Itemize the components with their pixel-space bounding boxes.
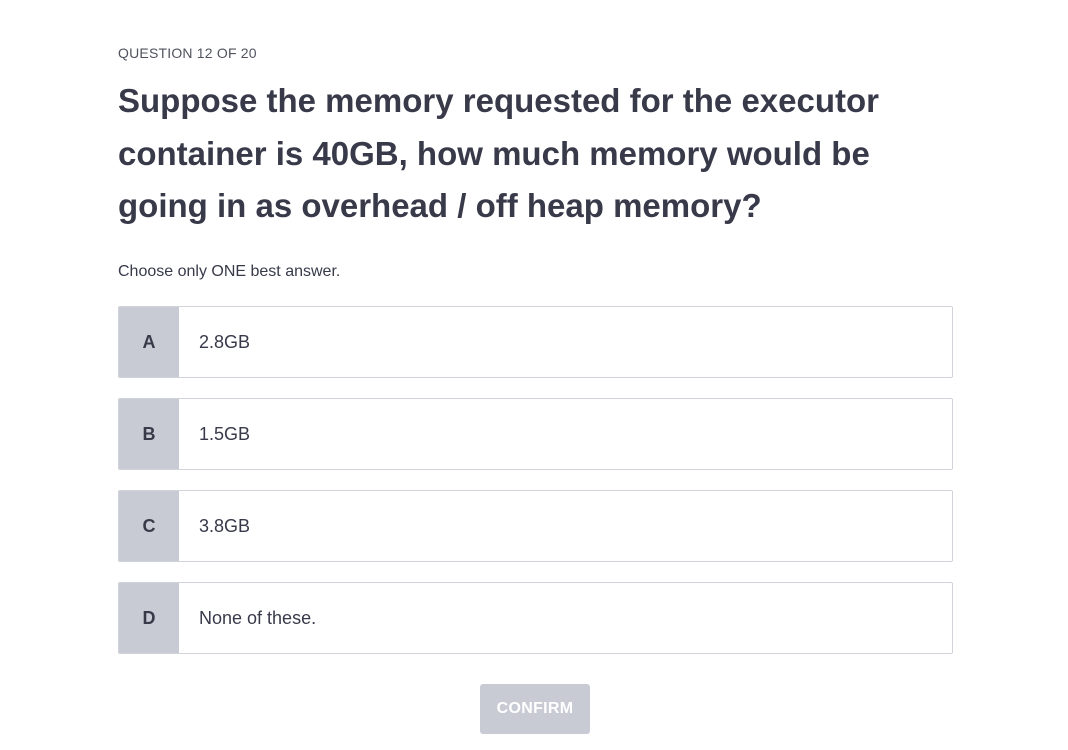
- answer-options: A 2.8GB B 1.5GB C 3.8GB D None of these.: [118, 306, 953, 674]
- option-letter: B: [119, 399, 179, 469]
- option-label: 1.5GB: [199, 423, 251, 444]
- option-label: 2.8GB: [199, 331, 251, 352]
- option-label: 3.8GB: [199, 515, 251, 536]
- answer-option-d[interactable]: D None of these.: [118, 582, 953, 654]
- question-text: Suppose the memory requested for the exe…: [118, 82, 880, 224]
- option-letter: C: [119, 491, 179, 561]
- answer-instruction: Choose only ONE best answer.: [118, 263, 341, 280]
- answer-option-c[interactable]: C 3.8GB: [118, 490, 953, 562]
- answer-option-b[interactable]: B 1.5GB: [118, 398, 953, 470]
- question-counter: QUESTION 12 OF 20: [118, 45, 257, 61]
- option-label: None of these.: [199, 607, 317, 628]
- quiz-page: QUESTION 12 OF 20 Suppose the memory req…: [0, 0, 1068, 750]
- answer-option-a[interactable]: A 2.8GB: [118, 306, 953, 378]
- option-letter: D: [119, 583, 179, 653]
- confirm-button[interactable]: CONFIRM: [480, 684, 590, 734]
- option-letter: A: [119, 307, 179, 377]
